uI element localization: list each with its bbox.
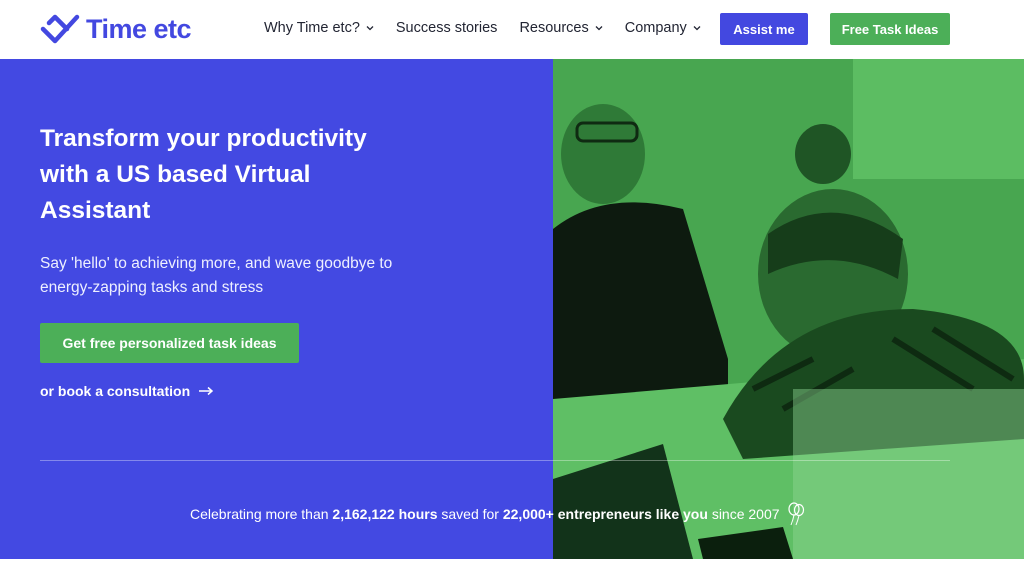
balloon-icon: [787, 502, 804, 526]
page: Time etc Why Time etc? Success stories R…: [0, 0, 1024, 576]
stats-entrepreneurs: 22,000+ entrepreneurs like you: [502, 506, 708, 522]
nav-links: Why Time etc? Success stories Resources …: [264, 20, 723, 36]
stats-banner: Celebrating more than 2,162,122 hours sa…: [190, 501, 806, 527]
brand-name: Time etc: [86, 13, 192, 44]
hero-section: Transform your productivity with a US ba…: [0, 59, 1024, 559]
assist-me-button[interactable]: Assist me: [720, 13, 808, 45]
arrow-right-icon: [199, 386, 214, 396]
hero-photo: [553, 59, 1024, 559]
stats-hours: 2,162,122 hours: [332, 506, 438, 522]
chevron-down-icon: [366, 26, 374, 31]
logo-check-mark: [40, 14, 80, 44]
chevron-down-icon: [595, 26, 603, 31]
top-navigation: Time etc Why Time etc? Success stories R…: [0, 0, 1024, 59]
get-task-ideas-button[interactable]: Get free personalized task ideas: [40, 323, 299, 363]
nav-link-label: Success stories: [395, 20, 498, 36]
nav-link-company[interactable]: Company: [625, 20, 701, 36]
book-consultation-link[interactable]: or book a consultation: [40, 383, 214, 399]
nav-link-label: Resources: [519, 20, 589, 36]
free-task-ideas-button[interactable]: Free Task Ideas: [830, 13, 950, 45]
brand-logo[interactable]: Time etc: [40, 12, 192, 46]
hero-divider: [40, 460, 950, 461]
nav-link-resources[interactable]: Resources: [519, 20, 603, 36]
nav-link-why-time-etc[interactable]: Why Time etc?: [264, 20, 374, 36]
book-consultation-label: or book a consultation: [40, 383, 191, 399]
nav-link-label: Why Time etc?: [264, 20, 360, 36]
nav-link-success-stories[interactable]: Success stories: [396, 20, 498, 36]
nav-link-label: Company: [624, 20, 687, 36]
hero-photo-illustration: [553, 59, 1024, 559]
chevron-down-icon: [693, 26, 701, 31]
stats-prefix: Celebrating more than: [190, 506, 329, 522]
stats-middle: saved for: [441, 506, 499, 522]
stats-suffix: since 2007: [711, 506, 780, 522]
hero-title: Transform your productivity with a US ba…: [40, 125, 367, 224]
hero-subtitle: Say 'hello' to achieving more, and wave …: [40, 255, 393, 296]
